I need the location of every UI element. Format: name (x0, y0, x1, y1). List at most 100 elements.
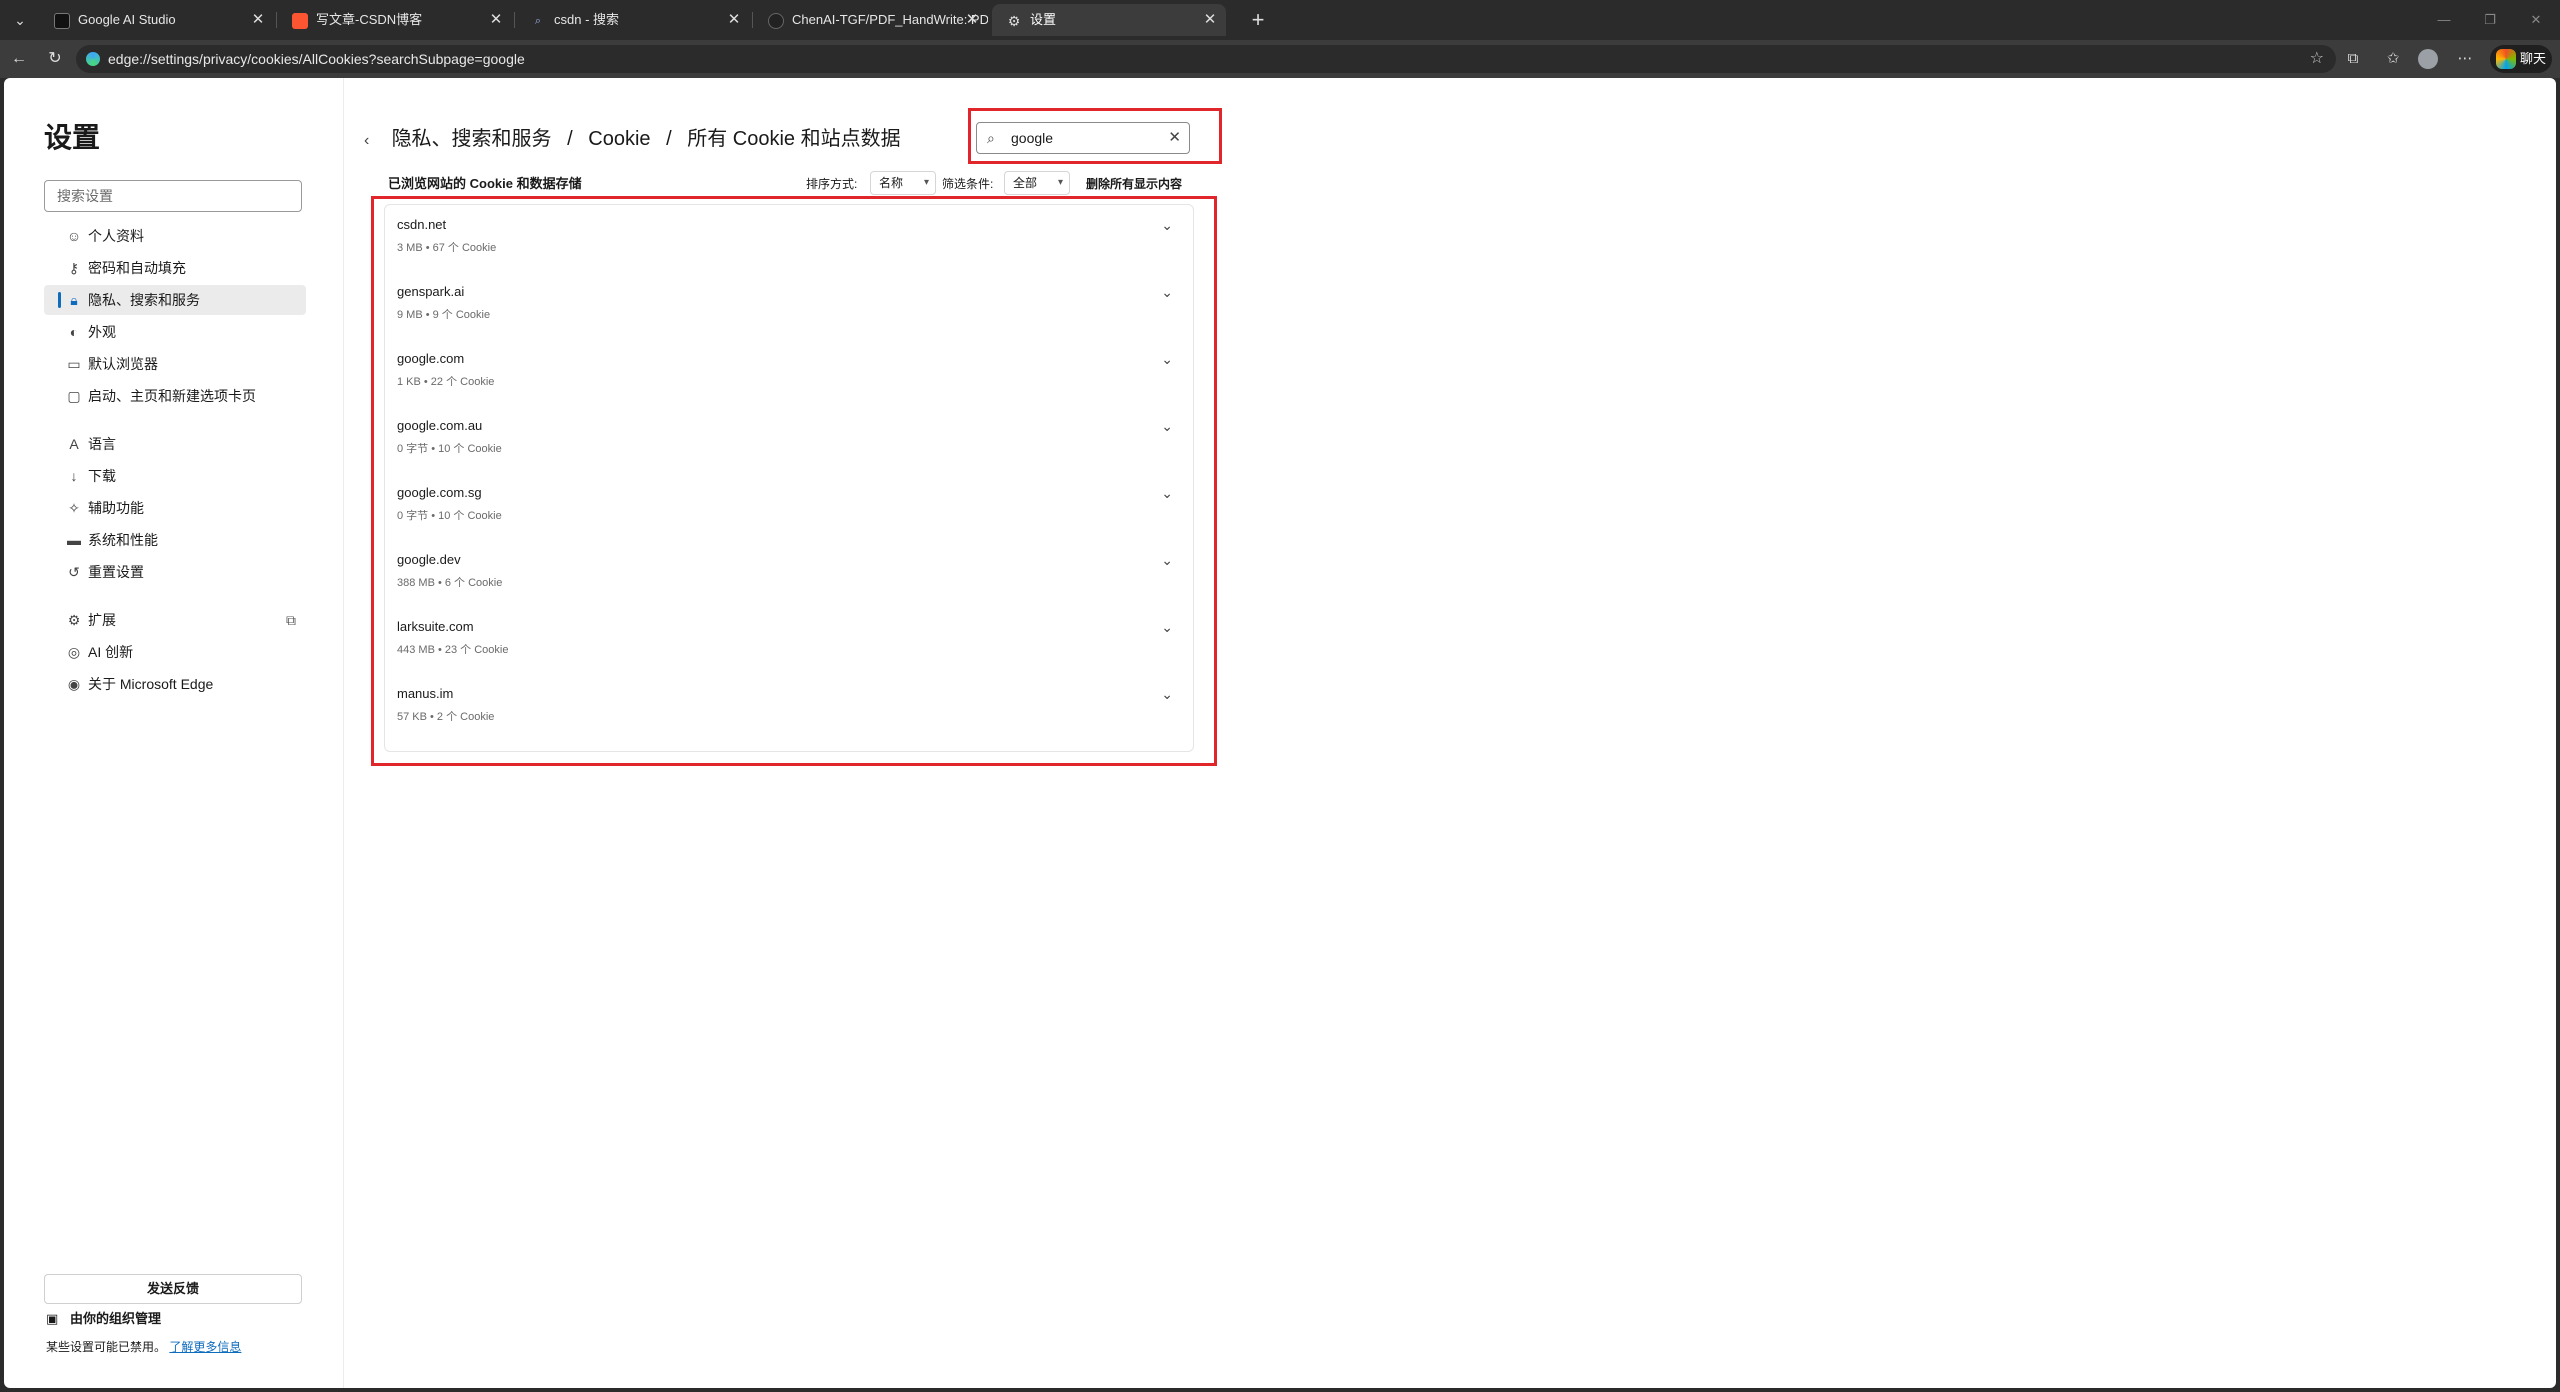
breadcrumb-privacy[interactable]: 隐私、搜索和服务 (392, 128, 552, 150)
disabled-note-text: 某些设置可能已禁用。 (46, 1340, 167, 1354)
chevron-down-icon: ▾ (923, 177, 929, 188)
sidebar-item-label: 扩展 (88, 612, 116, 628)
minimize-icon[interactable]: — (2424, 8, 2464, 32)
delete-all-shown-button[interactable]: 删除所有显示内容 (1086, 174, 1182, 194)
sidebar-item-label: 下载 (88, 468, 116, 484)
back-arrow-icon[interactable]: ← (8, 48, 30, 70)
tab-title: 写文章-CSDN博客 (316, 12, 423, 27)
sidebar-item-startup[interactable]: ▢ 启动、主页和新建选项卡页 (44, 381, 306, 411)
sidebar-item-extensions[interactable]: ⚙ 扩展 ⧉ (44, 605, 306, 635)
back-chevron-icon[interactable]: ‹ (364, 126, 386, 156)
breadcrumb-cookie[interactable]: Cookie (588, 128, 650, 150)
tab-github[interactable]: ChenAI-TGF/PDF_HandWrite: PDF ✕ (754, 4, 988, 36)
close-icon[interactable]: ✕ (1202, 4, 1218, 36)
tab-title: csdn - 搜索 (554, 12, 620, 27)
key-icon: ⚷ (68, 260, 80, 276)
tab-divider (752, 12, 753, 28)
org-managed-label: 由你的组织管理 (70, 1311, 162, 1326)
sidebar-item-reset[interactable]: ↺ 重置设置 (44, 557, 306, 587)
sidebar-item-default-browser[interactable]: ▭ 默认浏览器 (44, 349, 306, 379)
tab-google-ai-studio[interactable]: Google AI Studio ✕ (40, 4, 274, 36)
tab-divider (276, 12, 277, 28)
refresh-icon[interactable]: ↻ (44, 48, 66, 70)
edge-page-icon (86, 52, 100, 66)
page-title: 设置 (44, 122, 101, 153)
close-icon[interactable]: ✕ (964, 4, 980, 36)
window-close-icon[interactable]: ✕ (2516, 8, 2556, 32)
tab-csdn-search[interactable]: ⌕ csdn - 搜索 ✕ (516, 4, 750, 36)
filter-label: 筛选条件: (942, 177, 994, 191)
lock-icon: 🔒︎ (70, 292, 78, 308)
language-icon: A (69, 436, 79, 452)
sidebar-item-label: 重置设置 (88, 564, 144, 580)
filter-value: 全部 (1013, 176, 1038, 190)
profile-avatar[interactable] (2418, 49, 2438, 69)
favorites-icon[interactable]: ✩ (2382, 48, 2404, 70)
sidebar-item-accessibility[interactable]: ✧ 辅助功能 (44, 493, 306, 523)
restore-icon[interactable]: ❐ (2470, 8, 2510, 32)
sidebar-item-about[interactable]: ◉ 关于 Microsoft Edge (44, 669, 306, 699)
tab-title: ChenAI-TGF/PDF_HandWrite: PDF (792, 12, 988, 27)
disabled-settings-note: 某些设置可能已禁用。 了解更多信息 (46, 1336, 241, 1358)
tab-actions-menu-icon[interactable]: ⌄ (6, 8, 34, 32)
home-icon: ▢ (67, 388, 81, 404)
more-options-icon[interactable]: ⋯ (2454, 48, 2476, 70)
annotation-box-list (371, 196, 1217, 766)
search-favicon-icon: ⌕ (534, 15, 542, 27)
filter-dropdown[interactable]: 全部 ▾ (1004, 171, 1070, 195)
download-icon: ↓ (70, 468, 78, 484)
extensions-icon: ⚙ (67, 612, 81, 628)
sidebar-item-passwords[interactable]: ⚷ 密码和自动填充 (44, 253, 306, 283)
csdn-favicon-icon (292, 13, 308, 29)
section-title: 已浏览网站的 Cookie 和数据存储 (388, 176, 582, 191)
sidebar-item-appearance[interactable]: ◐ 外观 (44, 317, 306, 347)
breadcrumb-separator: / (666, 128, 672, 150)
sort-dropdown[interactable]: 名称 ▾ (870, 171, 936, 195)
favorite-star-icon[interactable]: ☆ (2310, 45, 2324, 73)
sidebar-item-privacy[interactable]: 🔒︎ 隐私、搜索和服务 (44, 285, 306, 315)
send-feedback-button[interactable]: 发送反馈 (44, 1274, 302, 1304)
new-tab-button[interactable]: + (1244, 6, 1272, 34)
laptop-icon: ▬ (67, 532, 81, 548)
sidebar-item-downloads[interactable]: ↓ 下载 (44, 461, 306, 491)
address-bar[interactable]: edge://settings/privacy/cookies/AllCooki… (76, 45, 2336, 73)
breadcrumb-current: 所有 Cookie 和站点数据 (687, 128, 901, 150)
briefcase-icon: ▣ (46, 1311, 59, 1326)
close-icon[interactable]: ✕ (726, 4, 742, 36)
sidebar-item-system[interactable]: ▬ 系统和性能 (44, 525, 306, 555)
sidebar-item-label: AI 创新 (88, 644, 134, 660)
google-ai-studio-favicon-icon (54, 13, 70, 29)
tab-csdn-write[interactable]: 写文章-CSDN博客 ✕ (278, 4, 512, 36)
learn-more-link[interactable]: 了解更多信息 (169, 1340, 241, 1354)
sidebar-item-label: 外观 (88, 324, 116, 340)
sidebar-item-label: 启动、主页和新建选项卡页 (88, 388, 256, 404)
url-text[interactable]: edge://settings/privacy/cookies/AllCooki… (108, 45, 525, 73)
sidebar-item-label: 默认浏览器 (88, 356, 158, 372)
chevron-down-icon: ▾ (1057, 177, 1063, 188)
settings-page: 设置 ☺ 个人资料 ⚷ 密码和自动填充 🔒︎ 隐私、搜索和服务 ◐ 外观 ▭ 默… (4, 78, 2556, 1388)
tab-strip: ⌄ Google AI Studio ✕ 写文章-CSDN博客 ✕ ⌕ csdn… (0, 0, 2560, 40)
tab-settings[interactable]: ⚙ 设置 ✕ (992, 4, 1226, 36)
close-icon[interactable]: ✕ (250, 4, 266, 36)
settings-sidebar: 设置 ☺ 个人资料 ⚷ 密码和自动填充 🔒︎ 隐私、搜索和服务 ◐ 外观 ▭ 默… (4, 78, 344, 1388)
accessibility-icon: ✧ (68, 500, 80, 516)
sidebar-item-label: 个人资料 (88, 228, 144, 244)
ai-icon: ◎ (67, 644, 81, 660)
sidebar-item-languages[interactable]: A 语言 (44, 429, 306, 459)
gear-icon: ⚙ (1007, 13, 1021, 29)
breadcrumb-separator: / (567, 128, 573, 150)
sidebar-item-label: 关于 Microsoft Edge (88, 676, 214, 692)
copilot-chat-button[interactable]: 聊天 (2490, 45, 2552, 73)
close-icon[interactable]: ✕ (488, 4, 504, 36)
active-indicator (58, 292, 61, 308)
extensions-puzzle-icon[interactable]: ⧉ (2342, 48, 2364, 70)
edge-icon: ◉ (67, 676, 81, 692)
sidebar-item-profile[interactable]: ☺ 个人资料 (44, 221, 306, 251)
annotation-box-search (968, 108, 1222, 164)
sidebar-item-ai[interactable]: ◎ AI 创新 (44, 637, 306, 667)
palette-icon: ◐ (69, 324, 79, 340)
browser-icon: ▭ (67, 356, 81, 372)
tab-title: Google AI Studio (78, 12, 176, 27)
org-managed-notice: ▣ 由你的组织管理 (46, 1308, 161, 1330)
search-settings-input[interactable] (44, 180, 302, 212)
